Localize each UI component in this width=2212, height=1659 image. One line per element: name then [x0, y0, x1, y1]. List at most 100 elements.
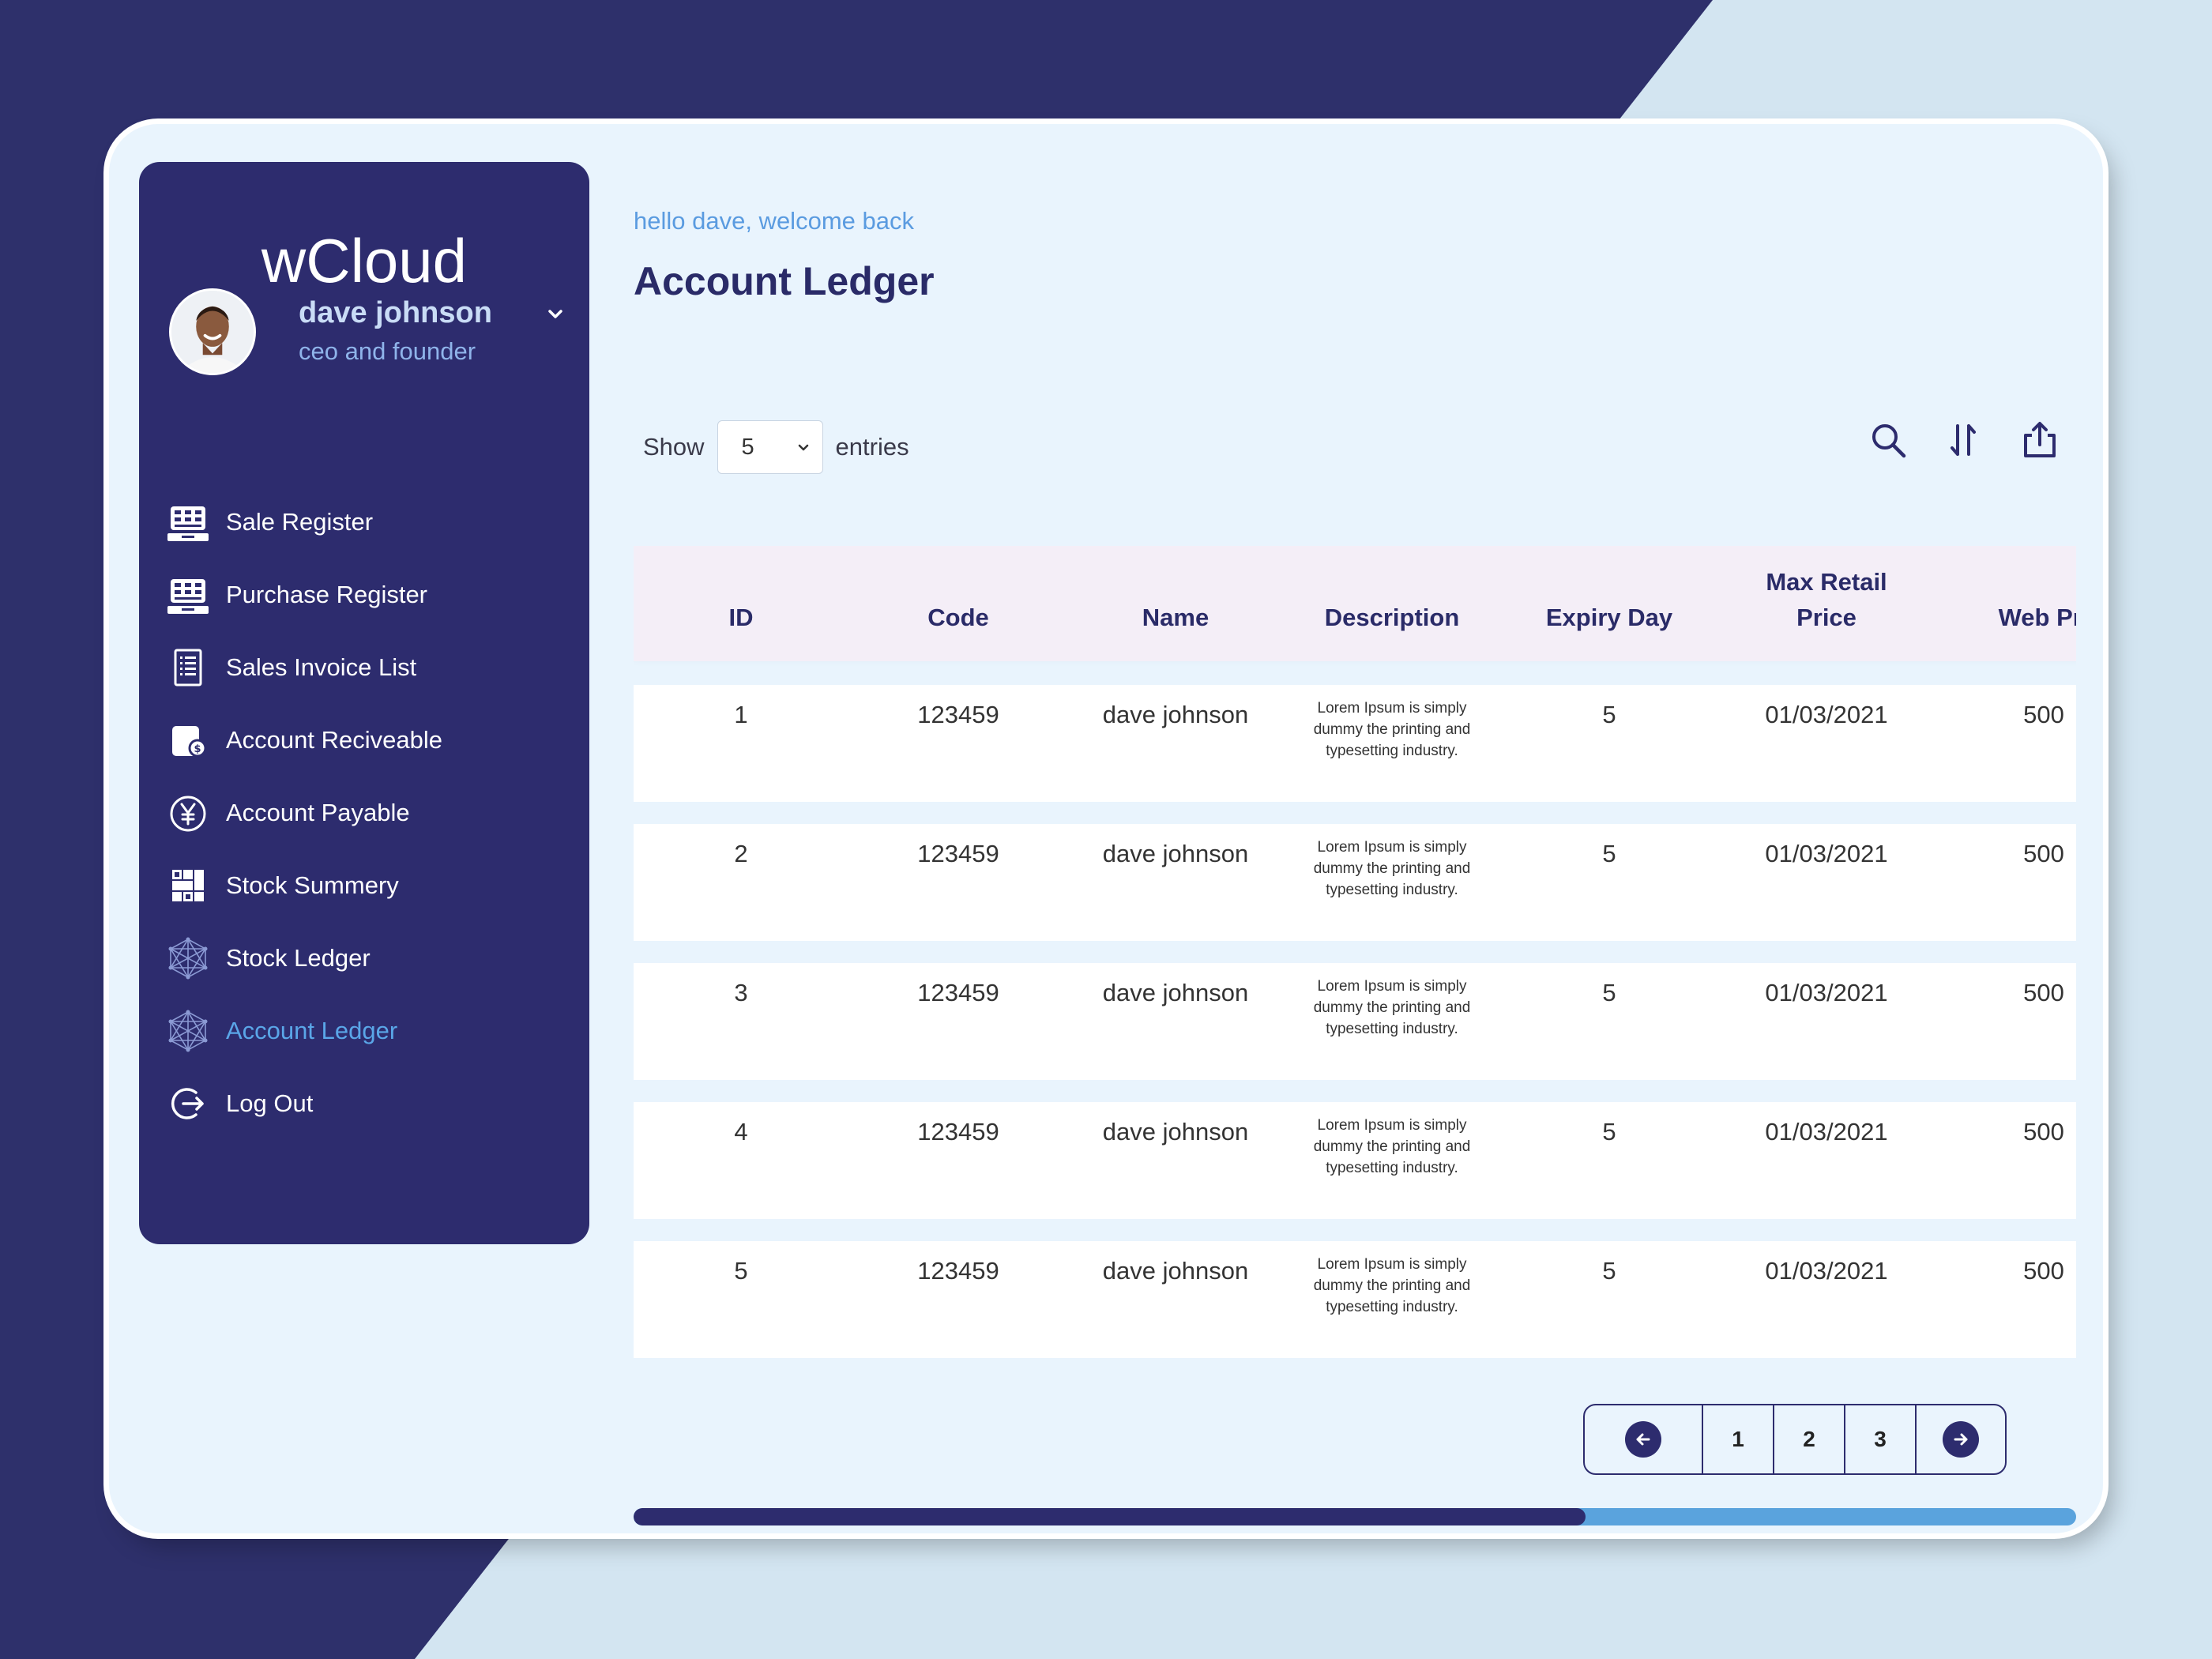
column-header-description[interactable]: Description [1297, 546, 1487, 661]
sidebar-item-stock-summery[interactable]: Stock Summery [139, 849, 589, 922]
export-button[interactable] [2018, 418, 2062, 462]
column-header-name[interactable]: Name [1081, 546, 1270, 661]
entries-select[interactable]: 5 [717, 420, 823, 474]
table-cell-name: dave johnson [1102, 1118, 1249, 1146]
table-row[interactable]: 1 123459 dave johnson Lorem Ipsum is simply… [634, 685, 2076, 802]
table-header-row: ID Code Name Description Expiry Day Max … [634, 546, 2076, 661]
arrow-left-icon [1636, 1433, 1650, 1446]
table-cell-id: 2 [734, 840, 748, 867]
table-cell-code: 123459 [917, 701, 999, 728]
table-row[interactable]: 5 123459 dave johnson Lorem Ipsum is simply… [634, 1241, 2076, 1358]
next-page-button[interactable] [1917, 1405, 2005, 1473]
column-header-id[interactable]: ID [646, 546, 836, 661]
table-cell-code: 123459 [917, 979, 999, 1006]
sidebar-item-sale-register[interactable]: Sale Register [139, 486, 589, 559]
table-cell-expiry: 5 [1602, 840, 1616, 867]
sidebar-item-label: Account Ledger [226, 1017, 398, 1044]
table-cell-code: 123459 [917, 840, 999, 867]
table-cell-name: dave johnson [1102, 979, 1249, 1006]
column-header-code[interactable]: Code [863, 546, 1053, 661]
table-cell-web: 500 [2023, 840, 2064, 867]
entries-control: Show 5 entries [643, 420, 909, 474]
table-cell-mrp: 01/03/2021 [1765, 701, 1888, 728]
network-icon [166, 936, 210, 980]
table-cell-code: 123459 [917, 1118, 999, 1146]
yen-icon [166, 791, 210, 835]
sidebar-item-label: Account Payable [226, 799, 410, 826]
scrollbar-thumb[interactable] [634, 1508, 1586, 1525]
table-row[interactable]: 3 123459 dave johnson Lorem Ipsum is simply… [634, 963, 2076, 1080]
column-header-max-retail-price[interactable]: Max Retail Price [1744, 546, 1909, 661]
sidebar-item-log-out[interactable]: Log Out [139, 1067, 589, 1140]
greeting-text: hello dave, welcome back [634, 207, 914, 235]
sidebar-item-label: Sale Register [226, 508, 374, 536]
table-cell-mrp: 01/03/2021 [1765, 1257, 1888, 1285]
sort-button[interactable] [1942, 418, 1986, 462]
chevron-down-icon[interactable] [544, 303, 567, 326]
sidebar-item-purchase-register[interactable]: Purchase Register [139, 559, 589, 631]
table-cell-id: 1 [734, 701, 748, 728]
register-icon [166, 573, 210, 617]
table-cell-name: dave johnson [1102, 840, 1249, 867]
sidebar-item-label: Sales Invoice List [226, 653, 417, 681]
grid-icon [166, 863, 210, 908]
table-cell-expiry: 5 [1602, 701, 1616, 728]
sidebar-item-stock-ledger[interactable]: Stock Ledger [139, 922, 589, 995]
table-cell-desc: Lorem Ipsum is simply dummy the printing… [1313, 1256, 1471, 1315]
table-cell-name: dave johnson [1102, 701, 1249, 728]
chevron-down-icon [798, 444, 808, 451]
table-cell-mrp: 01/03/2021 [1765, 979, 1888, 1006]
horizontal-scrollbar[interactable] [634, 1508, 2076, 1525]
sidebar-item-account-receivable[interactable]: $ Account Reciveable [139, 704, 589, 777]
page-title: Account Ledger [634, 259, 935, 303]
search-button[interactable] [1866, 418, 1910, 462]
logout-icon [166, 1082, 210, 1126]
table-cell-web: 500 [2023, 979, 2064, 1006]
table-cell-desc: Lorem Ipsum is simply dummy the printing… [1313, 978, 1471, 1037]
sidebar-item-label: Purchase Register [226, 581, 428, 608]
table-cell-expiry: 5 [1602, 1118, 1616, 1146]
sidebar-nav: Sale Register Purchase Register Sales In… [139, 486, 589, 1140]
page-button-3[interactable]: 3 [1845, 1405, 1917, 1473]
invoice-icon [166, 645, 210, 690]
sidebar-item-label: Stock Ledger [226, 944, 371, 972]
table-cell-desc: Lorem Ipsum is simply dummy the printing… [1313, 1117, 1471, 1176]
table-cell-mrp: 01/03/2021 [1765, 1118, 1888, 1146]
entries-label: entries [835, 433, 909, 461]
table-cell-id: 3 [734, 979, 748, 1006]
user-name: dave johnson [299, 296, 492, 329]
page-button-1[interactable]: 1 [1703, 1405, 1774, 1473]
sidebar-item-account-payable[interactable]: Account Payable [139, 777, 589, 849]
table-cell-desc: Lorem Ipsum is simply dummy the printing… [1313, 839, 1471, 898]
arrow-right-icon [1954, 1433, 1968, 1446]
table-cell-mrp: 01/03/2021 [1765, 840, 1888, 867]
sidebar-item-account-ledger[interactable]: Account Ledger [139, 995, 589, 1067]
table-cell-expiry: 5 [1602, 979, 1616, 1006]
table-toolbar [1866, 418, 2062, 462]
sidebar-item-label: Stock Summery [226, 871, 399, 899]
prev-page-button[interactable] [1585, 1405, 1703, 1473]
user-role: ceo and founder [299, 337, 476, 365]
page-button-2[interactable]: 2 [1774, 1405, 1845, 1473]
table-row[interactable]: 4 123459 dave johnson Lorem Ipsum is simply… [634, 1102, 2076, 1219]
brand-logo: wCloud [261, 226, 468, 295]
table-cell-desc: Lorem Ipsum is simply dummy the printing… [1313, 700, 1471, 759]
table-cell-code: 123459 [917, 1257, 999, 1285]
network-icon [166, 1009, 210, 1053]
sidebar-item-sales-invoice-list[interactable]: Sales Invoice List [139, 631, 589, 704]
search-icon [1872, 424, 1906, 458]
table-cell-expiry: 5 [1602, 1257, 1616, 1285]
table-row[interactable]: 2 123459 dave johnson Lorem Ipsum is simply… [634, 824, 2076, 941]
receivable-icon: $ [166, 718, 210, 762]
svg-text:$: $ [194, 743, 201, 755]
data-table: ID Code Name Description Expiry Day Max … [634, 546, 2076, 1494]
column-header-web-price[interactable]: Web Pri [1949, 546, 2076, 661]
pagination: 1 2 3 [1583, 1404, 2007, 1475]
table-cell-id: 4 [734, 1118, 748, 1146]
column-header-expiry-day[interactable]: Expiry Day [1514, 546, 1704, 661]
sidebar-item-label: Log Out [226, 1089, 314, 1117]
entries-value: 5 [741, 434, 754, 460]
avatar [169, 288, 256, 375]
table-cell-id: 5 [734, 1257, 748, 1285]
sort-icon [1951, 424, 1976, 456]
